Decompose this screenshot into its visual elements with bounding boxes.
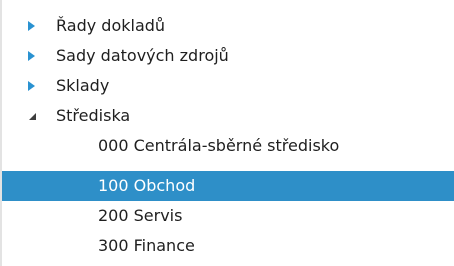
tree-node-strediska[interactable]: Střediska — [2, 101, 454, 131]
tree-node-rady-dokladu[interactable]: Řady dokladů — [2, 11, 454, 41]
tree-node-label: 000 Centrála-sběrné středisko — [98, 136, 340, 155]
tree-node-label: 200 Servis — [98, 206, 183, 225]
tree-node-label: Řady dokladů — [56, 16, 166, 35]
expand-arrow-icon[interactable] — [27, 11, 41, 41]
tree-node-label: 100 Obchod — [98, 176, 196, 195]
expand-arrow-icon[interactable] — [27, 71, 41, 101]
tree-node-label: Sady datových zdrojů — [56, 46, 229, 65]
tree-node-000-centrala[interactable]: 000 Centrála-sběrné středisko — [2, 131, 454, 161]
collapse-arrow-icon[interactable] — [27, 101, 41, 131]
tree-node-200-servis[interactable]: 200 Servis — [2, 201, 454, 231]
tree-node-sklady[interactable]: Sklady — [2, 71, 454, 101]
tree-node-label: 300 Finance — [98, 236, 195, 255]
tree-node-label: Střediska — [56, 106, 131, 125]
tree-node-sady-datovych-zdroju[interactable]: Sady datových zdrojů — [2, 41, 454, 71]
tree-node-100-obchod[interactable]: 100 Obchod — [2, 171, 454, 201]
expand-arrow-icon[interactable] — [27, 41, 41, 71]
tree-view: Řady dokladů Sady datových zdrojů Sklady… — [0, 0, 454, 266]
tree-node-300-finance[interactable]: 300 Finance — [2, 231, 454, 261]
tree-node-label: Sklady — [56, 76, 110, 95]
